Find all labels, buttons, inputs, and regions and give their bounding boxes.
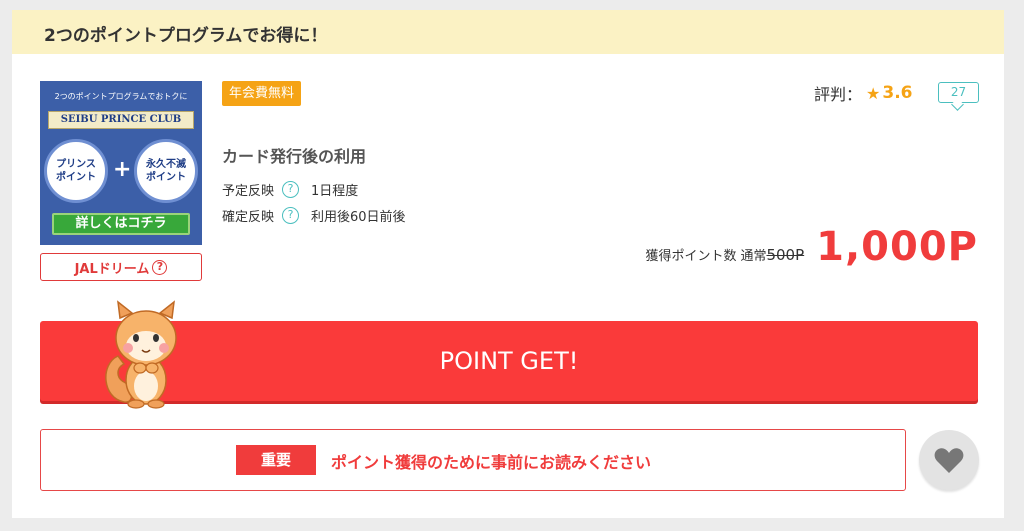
help-icon: ? [152,259,168,275]
help-icon[interactable]: ? [282,207,300,224]
points-value: 1,000P [816,224,978,270]
schedule-row-confirmed: 確定反映 ? 利用後60日前後 [222,206,406,225]
earning-condition: カード発行後の利用 [222,147,367,166]
schedule-row-planned: 予定反映 ? 1日程度 [222,180,358,199]
schedule-value: 利用後60日前後 [311,210,406,225]
schedule-label: 予定反映 [222,184,275,199]
points-label: 獲得ポイント数 [645,249,737,264]
card-thumbnail[interactable]: 2つのポイントプログラムでおトクに SEIBU PRINCE CLUB プリンス… [40,81,202,245]
thumbnail-prince-point: プリンス ポイント [44,139,108,203]
help-icon[interactable]: ? [282,181,300,198]
schedule-value: 1日程度 [311,184,359,199]
annual-fee-badge: 年会費無料 [222,81,302,106]
rating: 評判： ★ 3.6 [814,81,912,105]
rating-value: 3.6 [882,83,913,103]
review-count-bubble[interactable]: 27 [938,82,979,103]
points-info: 獲得ポイント数 通常 500P 1,000P [645,224,978,270]
points-old-value: 500P [766,246,805,264]
point-get-label: POINT GET! [439,347,579,375]
banner-title: 2つのポイントプログラムでお得に！ [44,26,328,46]
heart-icon [934,447,964,473]
squirrel-mascot-icon [105,300,177,409]
star-icon: ★ [866,83,881,103]
schedule-label: 確定反映 [222,210,275,225]
important-notice-button[interactable]: 重要 ポイント獲得のために事前にお読みください [40,429,906,491]
thumbnail-details-button: 詳しくはコチラ [52,213,190,235]
thumbnail-top-text: 2つのポイントプログラムでおトクに [54,92,188,101]
favorite-button[interactable] [919,430,979,490]
jal-dream-button[interactable]: JALドリーム ? [40,253,202,281]
offer-card: 2つのポイントプログラムでお得に！ 2つのポイントプログラムでおトクに SEIB… [12,10,1004,518]
notice-text: ポイント獲得のために事前にお読みください [331,453,652,472]
thumbnail-plus: + [113,157,132,182]
jal-dream-label: JALドリーム [74,261,150,277]
points-normal-label: 通常 [740,249,767,264]
thumbnail-brand: SEIBU PRINCE CLUB [48,111,194,129]
banner: 2つのポイントプログラムでお得に！ [12,10,1004,54]
important-tag: 重要 [236,445,316,475]
thumbnail-eikyu-point: 永久不滅 ポイント [134,139,198,203]
rating-label: 評判： [814,85,863,104]
